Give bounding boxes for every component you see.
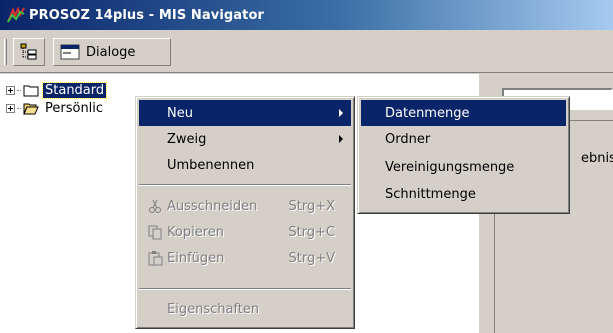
app-icon: [7, 7, 25, 23]
tree-icon: [20, 43, 37, 60]
menu-item-ausschneiden: Ausschneiden Strg+X: [139, 193, 351, 219]
menu-item-zweig[interactable]: Zweig: [139, 126, 351, 152]
copy-icon: [148, 225, 162, 240]
title-bar[interactable]: PROSOZ 14plus - MIS Navigator: [0, 0, 613, 30]
menu-separator: [139, 288, 351, 290]
scissors-icon: [149, 199, 161, 213]
menu-item-neu[interactable]: Neu: [139, 100, 351, 126]
result-label: ebnis: [581, 151, 613, 166]
submenu-arrow-icon: [339, 135, 343, 143]
tree-label: Persönlic: [45, 100, 104, 116]
submenu-neu: Datenmenge Ordner Vereinigungsmenge Schn…: [357, 96, 570, 214]
menu-item-datenmenge[interactable]: Datenmenge: [361, 100, 566, 126]
menu-item-kopieren: Kopieren Strg+C: [139, 219, 351, 245]
expand-icon[interactable]: [6, 103, 15, 113]
paste-icon: [148, 251, 163, 266]
menu-separator: [139, 184, 351, 186]
tree-label: Standard: [41, 81, 108, 99]
menu-item-vereinigungsmenge[interactable]: Vereinigungsmenge: [361, 154, 566, 180]
tree-view-button[interactable]: [13, 38, 45, 66]
window-title: PROSOZ 14plus - MIS Navigator: [29, 7, 265, 23]
menu-item-umbenennen[interactable]: Umbenennen: [139, 152, 351, 178]
tree-item-standard[interactable]: Standard: [6, 81, 108, 99]
menu-item-schnittmenge[interactable]: Schnittmenge: [361, 181, 566, 207]
menu-item-eigenschaften: Eigenschaften: [167, 301, 260, 317]
tree-item-persoenlich[interactable]: Persönlic: [6, 99, 105, 117]
folder-icon: [23, 85, 39, 96]
expand-icon[interactable]: [6, 85, 15, 95]
menu-item-einfuegen: Einfügen Strg+V: [139, 245, 351, 271]
dialog-window-icon: [60, 44, 80, 60]
dialoge-button[interactable]: Dialoge: [53, 38, 171, 66]
menu-item-ordner[interactable]: Ordner: [361, 126, 566, 152]
submenu-arrow-icon: [339, 109, 343, 117]
toolbar-grip[interactable]: [4, 39, 7, 65]
context-menu: Neu Zweig Umbenennen Ausschneiden Strg+X…: [135, 96, 355, 329]
dialoge-label: Dialoge: [86, 44, 136, 60]
toolbar: Dialoge: [0, 30, 613, 73]
open-folder-icon: [23, 103, 39, 114]
